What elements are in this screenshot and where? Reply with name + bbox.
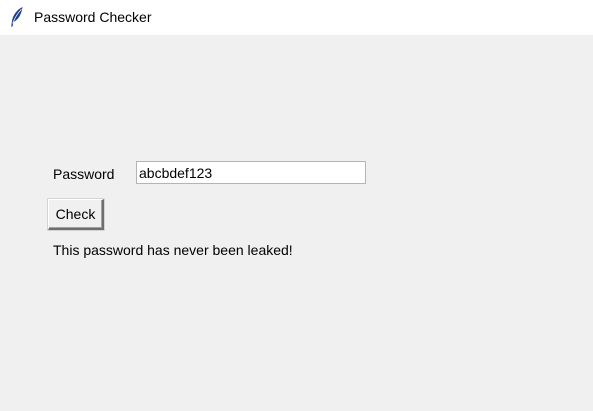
- feather-icon: [10, 6, 24, 28]
- password-input[interactable]: [136, 161, 366, 184]
- window-title: Password Checker: [34, 9, 152, 25]
- main-content: Password Check This password has never b…: [0, 35, 593, 411]
- title-bar: Password Checker: [0, 0, 593, 35]
- app-window: Password Checker Password Check This pas…: [0, 0, 593, 411]
- check-button[interactable]: Check: [48, 199, 104, 230]
- password-label: Password: [53, 166, 115, 182]
- result-message: This password has never been leaked!: [53, 242, 293, 258]
